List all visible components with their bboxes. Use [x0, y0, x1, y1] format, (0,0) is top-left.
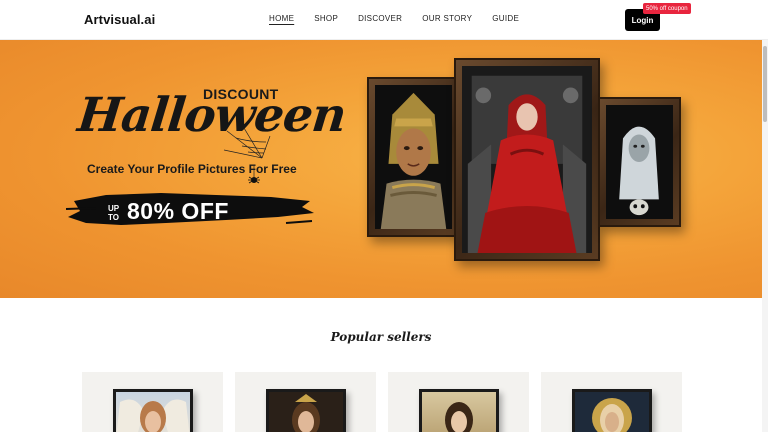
main-nav: HOME SHOP DISCOVER OUR STORY GUIDE — [269, 14, 539, 23]
banner-offer: 80% OFF — [127, 198, 229, 224]
nav-discover[interactable]: DISCOVER — [358, 14, 402, 23]
nav-shop[interactable]: SHOP — [314, 14, 338, 23]
red-queen-portrait — [462, 66, 592, 253]
pharaoh-portrait — [375, 85, 452, 229]
seller-frame — [572, 389, 652, 432]
seller-card[interactable] — [388, 372, 529, 432]
seller-portrait-gold — [592, 398, 632, 432]
banner-upto: UP TO — [108, 204, 120, 222]
section-title: Popular sellers — [330, 330, 432, 344]
nav-guide[interactable]: GUIDE — [492, 14, 519, 23]
frame-pharaoh — [367, 77, 460, 237]
nav-our-story[interactable]: OUR STORY — [422, 14, 472, 23]
frame-red-queen — [454, 58, 600, 261]
seller-portrait-woman — [445, 402, 473, 432]
seller-portrait-queen — [292, 394, 320, 432]
seller-portrait-angel — [116, 399, 190, 432]
seller-card[interactable] — [235, 372, 376, 432]
scrollbar-thumb[interactable] — [763, 46, 767, 122]
seller-card[interactable] — [82, 372, 223, 432]
spider-web-icon — [223, 128, 271, 184]
nav-home[interactable]: HOME — [269, 14, 294, 23]
site-header: Artvisual.ai HOME SHOP DISCOVER OUR STOR… — [0, 0, 768, 40]
seller-frame — [419, 389, 499, 432]
coupon-badge: 50% off coupon — [643, 3, 691, 14]
banner-subtitle: Create Your Profile Pictures For Free — [87, 162, 297, 176]
frame-ghost — [598, 97, 681, 227]
ghost-portrait — [606, 105, 673, 219]
seller-frame — [113, 389, 193, 432]
banner-title: Halloween — [75, 88, 349, 143]
site-logo[interactable]: Artvisual.ai — [84, 12, 155, 27]
seller-frame — [266, 389, 346, 432]
seller-card[interactable] — [541, 372, 682, 432]
hero-banner[interactable]: DISCOUNT Halloween Create Your Profile P… — [0, 40, 762, 298]
